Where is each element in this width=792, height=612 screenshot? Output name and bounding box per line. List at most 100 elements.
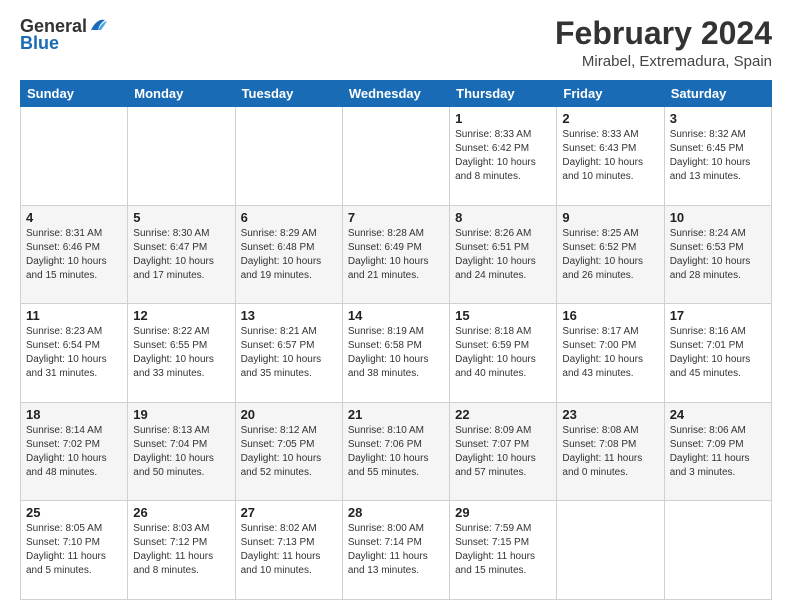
day-number: 15 xyxy=(455,308,551,323)
day-cell-w5-d5: 29Sunrise: 7:59 AM Sunset: 7:15 PM Dayli… xyxy=(450,501,557,600)
day-cell-w1-d2 xyxy=(128,107,235,206)
page: General Blue February 2024 Mirabel, Extr… xyxy=(0,0,792,612)
day-number: 27 xyxy=(241,505,337,520)
day-info: Sunrise: 8:10 AM Sunset: 7:06 PM Dayligh… xyxy=(348,424,444,480)
logo: General Blue xyxy=(20,16,107,54)
day-cell-w1-d4 xyxy=(342,107,449,206)
col-monday: Monday xyxy=(128,81,235,107)
day-info: Sunrise: 8:12 AM Sunset: 7:05 PM Dayligh… xyxy=(241,424,337,480)
day-cell-w2-d2: 5 Sunrise: 8:30 AM Sunset: 6:47 PM Daylig… xyxy=(128,205,235,304)
day-cell-w5-d4: 28 Sunrise: 8:00 AM Sunset: 7:14 PM Dayli… xyxy=(342,501,449,600)
day-number: 6 xyxy=(241,210,337,225)
day-info: Sunrise: 8:14 AM Sunset: 7:02 PM Dayligh… xyxy=(26,424,122,480)
day-number: 21 xyxy=(348,407,444,422)
day-info: Sunrise: 8:00 AM Sunset: 7:14 PM Dayligh… xyxy=(348,522,444,578)
day-info: Sunrise: 8:09 AM Sunset: 7:07 PM Dayligh… xyxy=(455,424,551,480)
day-info: Sunrise: 8:19 AM Sunset: 6:58 PM Dayligh… xyxy=(348,325,444,381)
day-cell-w4-d7: 24Sunrise: 8:06 AM Sunset: 7:09 PM Dayli… xyxy=(664,402,771,501)
col-saturday: Saturday xyxy=(664,81,771,107)
week-row-2: 4 Sunrise: 8:31 AM Sunset: 6:46 PM Daylig… xyxy=(21,205,772,304)
day-number: 5 xyxy=(133,210,229,225)
day-cell-w2-d1: 4 Sunrise: 8:31 AM Sunset: 6:46 PM Daylig… xyxy=(21,205,128,304)
day-info: Sunrise: 8:25 AM Sunset: 6:52 PM Dayligh… xyxy=(562,227,658,283)
day-number: 7 xyxy=(348,210,444,225)
day-number: 3 xyxy=(670,111,766,126)
day-info: Sunrise: 8:32 AM Sunset: 6:45 PM Dayligh… xyxy=(670,128,766,184)
day-info: Sunrise: 8:29 AM Sunset: 6:48 PM Dayligh… xyxy=(241,227,337,283)
day-cell-w4-d6: 23Sunrise: 8:08 AM Sunset: 7:08 PM Dayli… xyxy=(557,402,664,501)
day-number: 19 xyxy=(133,407,229,422)
day-cell-w2-d4: 7 Sunrise: 8:28 AM Sunset: 6:49 PM Daylig… xyxy=(342,205,449,304)
day-cell-w4-d3: 20 Sunrise: 8:12 AM Sunset: 7:05 PM Dayli… xyxy=(235,402,342,501)
day-cell-w5-d3: 27Sunrise: 8:02 AM Sunset: 7:13 PM Dayli… xyxy=(235,501,342,600)
day-info: Sunrise: 8:16 AM Sunset: 7:01 PM Dayligh… xyxy=(670,325,766,381)
day-cell-w2-d6: 9 Sunrise: 8:25 AM Sunset: 6:52 PM Daylig… xyxy=(557,205,664,304)
month-year-title: February 2024 xyxy=(555,16,772,51)
day-info: Sunrise: 8:21 AM Sunset: 6:57 PM Dayligh… xyxy=(241,325,337,381)
day-cell-w3-d6: 16Sunrise: 8:17 AM Sunset: 7:00 PM Dayli… xyxy=(557,304,664,403)
weekday-header-row: Sunday Monday Tuesday Wednesday Thursday… xyxy=(21,81,772,107)
header-right: February 2024 Mirabel, Extremadura, Spai… xyxy=(555,16,772,70)
logo-bird-icon xyxy=(89,16,107,38)
day-number: 20 xyxy=(241,407,337,422)
day-info: Sunrise: 8:08 AM Sunset: 7:08 PM Dayligh… xyxy=(562,424,658,480)
day-number: 8 xyxy=(455,210,551,225)
day-cell-w5-d2: 26 Sunrise: 8:03 AM Sunset: 7:12 PM Dayli… xyxy=(128,501,235,600)
day-info: Sunrise: 8:31 AM Sunset: 6:46 PM Dayligh… xyxy=(26,227,122,283)
day-number: 14 xyxy=(348,308,444,323)
day-number: 9 xyxy=(562,210,658,225)
calendar-table: Sunday Monday Tuesday Wednesday Thursday… xyxy=(20,80,772,600)
col-thursday: Thursday xyxy=(450,81,557,107)
day-info: Sunrise: 8:13 AM Sunset: 7:04 PM Dayligh… xyxy=(133,424,229,480)
week-row-3: 11 Sunrise: 8:23 AM Sunset: 6:54 PM Dayli… xyxy=(21,304,772,403)
day-info: Sunrise: 8:23 AM Sunset: 6:54 PM Dayligh… xyxy=(26,325,122,381)
day-info: Sunrise: 8:17 AM Sunset: 7:00 PM Dayligh… xyxy=(562,325,658,381)
day-cell-w4-d4: 21 Sunrise: 8:10 AM Sunset: 7:06 PM Dayli… xyxy=(342,402,449,501)
day-number: 1 xyxy=(455,111,551,126)
day-number: 22 xyxy=(455,407,551,422)
day-info: Sunrise: 8:18 AM Sunset: 6:59 PM Dayligh… xyxy=(455,325,551,381)
day-cell-w5-d1: 25Sunrise: 8:05 AM Sunset: 7:10 PM Dayli… xyxy=(21,501,128,600)
day-number: 18 xyxy=(26,407,122,422)
day-cell-w3-d3: 13Sunrise: 8:21 AM Sunset: 6:57 PM Dayli… xyxy=(235,304,342,403)
day-cell-w3-d2: 12Sunrise: 8:22 AM Sunset: 6:55 PM Dayli… xyxy=(128,304,235,403)
calendar-body: 1 Sunrise: 8:33 AM Sunset: 6:42 PM Daylig… xyxy=(21,107,772,600)
day-cell-w4-d5: 22 Sunrise: 8:09 AM Sunset: 7:07 PM Dayli… xyxy=(450,402,557,501)
col-sunday: Sunday xyxy=(21,81,128,107)
col-wednesday: Wednesday xyxy=(342,81,449,107)
logo-blue-text: Blue xyxy=(20,34,59,54)
day-number: 12 xyxy=(133,308,229,323)
day-cell-w1-d7: 3 Sunrise: 8:32 AM Sunset: 6:45 PM Daylig… xyxy=(664,107,771,206)
day-cell-w1-d1 xyxy=(21,107,128,206)
day-info: Sunrise: 8:30 AM Sunset: 6:47 PM Dayligh… xyxy=(133,227,229,283)
week-row-5: 25Sunrise: 8:05 AM Sunset: 7:10 PM Dayli… xyxy=(21,501,772,600)
day-info: Sunrise: 8:33 AM Sunset: 6:43 PM Dayligh… xyxy=(562,128,658,184)
day-cell-w2-d7: 10 Sunrise: 8:24 AM Sunset: 6:53 PM Dayli… xyxy=(664,205,771,304)
day-number: 24 xyxy=(670,407,766,422)
col-tuesday: Tuesday xyxy=(235,81,342,107)
day-cell-w3-d1: 11 Sunrise: 8:23 AM Sunset: 6:54 PM Dayli… xyxy=(21,304,128,403)
day-cell-w2-d3: 6 Sunrise: 8:29 AM Sunset: 6:48 PM Daylig… xyxy=(235,205,342,304)
day-info: Sunrise: 8:03 AM Sunset: 7:12 PM Dayligh… xyxy=(133,522,229,578)
day-info: Sunrise: 8:05 AM Sunset: 7:10 PM Dayligh… xyxy=(26,522,122,578)
day-cell-w2-d5: 8Sunrise: 8:26 AM Sunset: 6:51 PM Daylig… xyxy=(450,205,557,304)
day-number: 26 xyxy=(133,505,229,520)
day-cell-w4-d1: 18 Sunrise: 8:14 AM Sunset: 7:02 PM Dayli… xyxy=(21,402,128,501)
day-number: 11 xyxy=(26,308,122,323)
day-cell-w5-d7 xyxy=(664,501,771,600)
day-cell-w4-d2: 19 Sunrise: 8:13 AM Sunset: 7:04 PM Dayli… xyxy=(128,402,235,501)
day-number: 28 xyxy=(348,505,444,520)
day-cell-w3-d5: 15 Sunrise: 8:18 AM Sunset: 6:59 PM Dayli… xyxy=(450,304,557,403)
day-number: 17 xyxy=(670,308,766,323)
day-number: 4 xyxy=(26,210,122,225)
day-info: Sunrise: 8:28 AM Sunset: 6:49 PM Dayligh… xyxy=(348,227,444,283)
day-cell-w3-d7: 17 Sunrise: 8:16 AM Sunset: 7:01 PM Dayli… xyxy=(664,304,771,403)
day-info: Sunrise: 8:33 AM Sunset: 6:42 PM Dayligh… xyxy=(455,128,551,184)
day-info: Sunrise: 8:24 AM Sunset: 6:53 PM Dayligh… xyxy=(670,227,766,283)
week-row-4: 18 Sunrise: 8:14 AM Sunset: 7:02 PM Dayli… xyxy=(21,402,772,501)
day-number: 10 xyxy=(670,210,766,225)
day-cell-w1-d6: 2Sunrise: 8:33 AM Sunset: 6:43 PM Daylig… xyxy=(557,107,664,206)
day-cell-w3-d4: 14 Sunrise: 8:19 AM Sunset: 6:58 PM Dayli… xyxy=(342,304,449,403)
location-subtitle: Mirabel, Extremadura, Spain xyxy=(555,53,772,70)
day-cell-w5-d6 xyxy=(557,501,664,600)
